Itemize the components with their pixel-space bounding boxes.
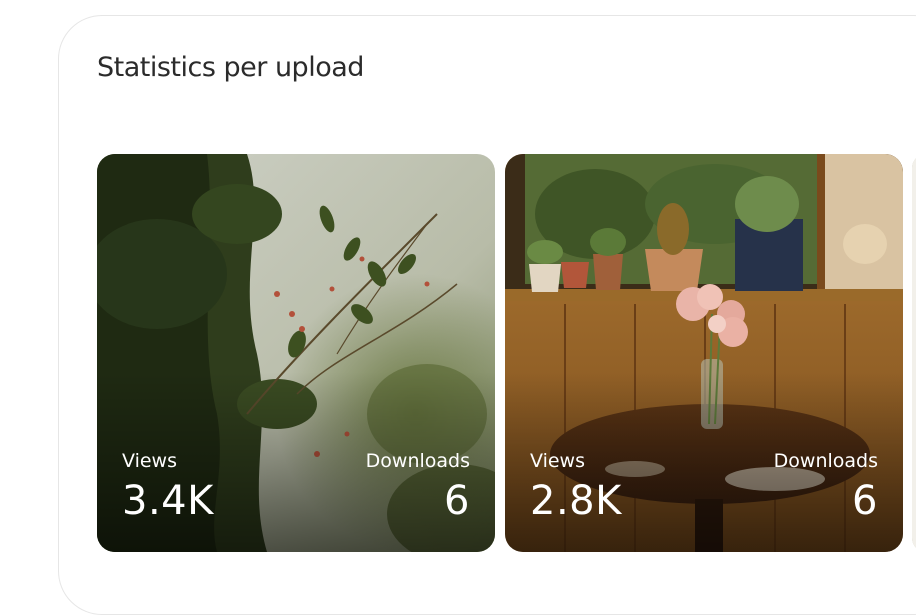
upload-card-1[interactable]: Views Downloads 3.4K 6 [97, 154, 495, 552]
downloads-label: Downloads [773, 450, 878, 472]
downloads-value: 6 [444, 478, 470, 524]
views-label: Views [530, 450, 585, 472]
upload-photo-partial [912, 154, 916, 552]
panel-title: Statistics per upload [97, 52, 364, 83]
upload-card-3[interactable] [912, 154, 916, 552]
views-value: 2.8K [530, 478, 622, 524]
upload-card-2[interactable]: Views Downloads 2.8K 6 [505, 154, 903, 552]
views-label: Views [122, 450, 177, 472]
views-value: 3.4K [122, 478, 214, 524]
downloads-label: Downloads [365, 450, 470, 472]
downloads-value: 6 [852, 478, 878, 524]
